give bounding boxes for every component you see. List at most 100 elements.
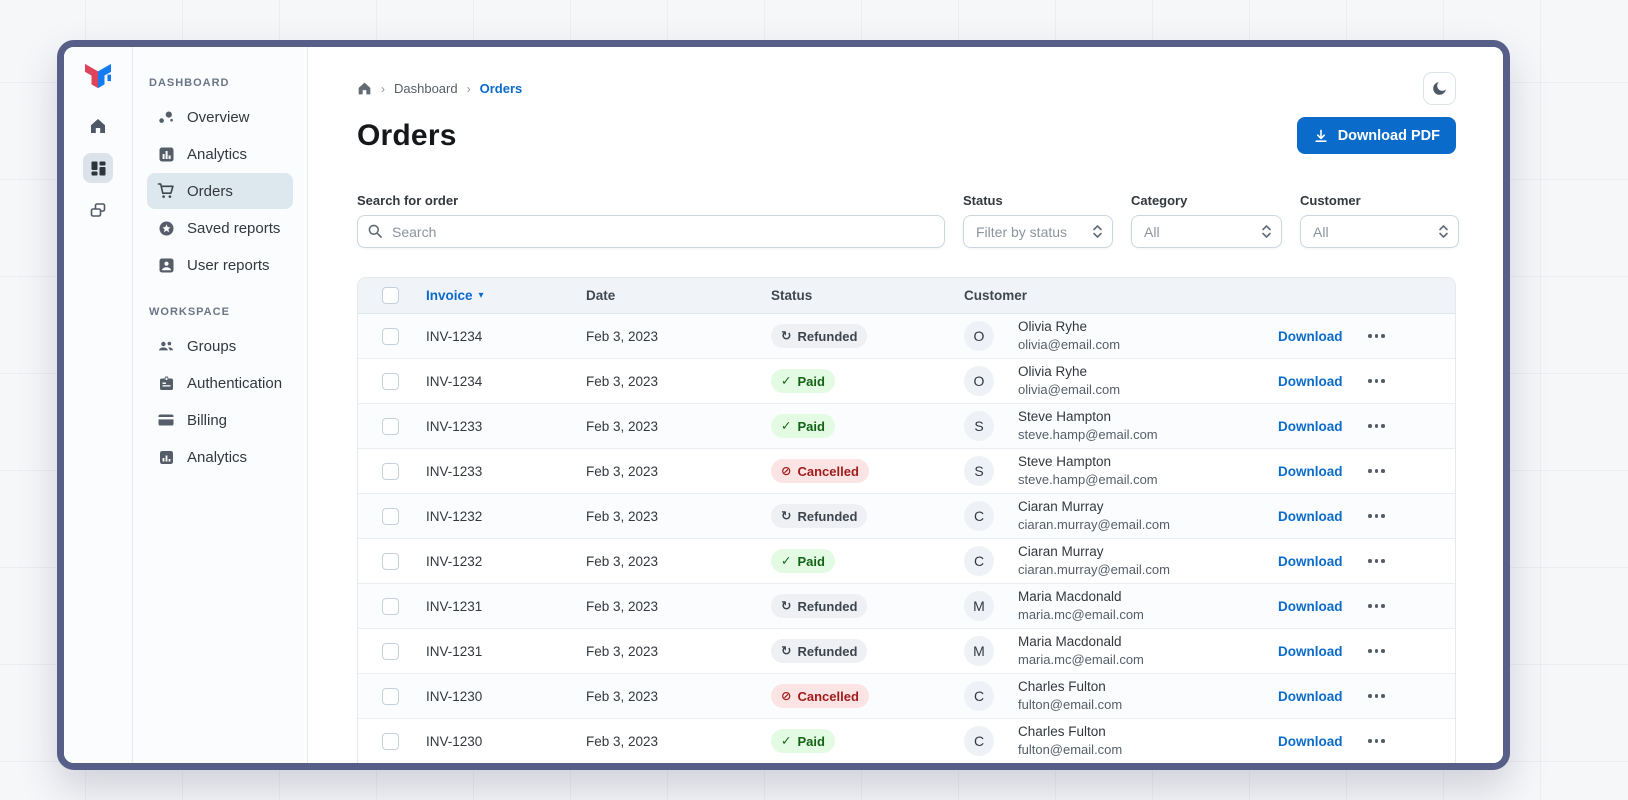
avatar: O	[964, 366, 994, 396]
avatar: C	[964, 726, 994, 756]
rail-pages-button[interactable]	[83, 195, 113, 225]
invoice-cell: INV-1232	[426, 508, 483, 524]
sidebar-item-user-reports[interactable]: User reports	[147, 247, 293, 283]
download-link[interactable]: Download	[1278, 554, 1343, 569]
row-menu-button[interactable]	[1366, 553, 1387, 569]
search-input[interactable]	[357, 215, 945, 248]
status-filter-select[interactable]: Filter by status	[963, 215, 1113, 248]
customer-filter-select[interactable]: All	[1300, 215, 1459, 248]
window-scrollbar[interactable]	[1504, 59, 1508, 76]
customer-name: Olivia Ryhe	[1018, 364, 1088, 380]
invoice-cell: INV-1233	[426, 463, 483, 479]
home-icon[interactable]	[357, 81, 372, 96]
date-cell: Feb 3, 2023	[586, 508, 659, 524]
customer-email: olivia@email.com	[1018, 382, 1121, 398]
row-checkbox[interactable]	[382, 642, 399, 660]
download-link[interactable]: Download	[1278, 599, 1343, 614]
row-menu-button[interactable]	[1366, 418, 1387, 434]
table-row: INV-1232 Feb 3, 2023 ↻ Refunded C Ciaran…	[358, 494, 1455, 539]
customer-filter-label: Customer	[1300, 193, 1361, 208]
avatar: S	[964, 456, 994, 486]
row-checkbox[interactable]	[382, 552, 399, 570]
status-filter-label: Status	[963, 193, 1003, 208]
row-checkbox[interactable]	[382, 327, 399, 345]
column-header-invoice[interactable]: Invoice ▾	[426, 288, 586, 303]
home-icon	[91, 119, 105, 133]
sort-arrow-icon: ▾	[478, 290, 484, 301]
table-row: INV-1231 Feb 3, 2023 ↻ Refunded M Maria …	[358, 584, 1455, 629]
sidebar-item-authentication[interactable]: Authentication	[147, 365, 293, 401]
row-checkbox[interactable]	[382, 507, 399, 525]
breadcrumb-dashboard[interactable]: Dashboard	[394, 81, 458, 96]
row-checkbox[interactable]	[382, 597, 399, 615]
row-menu-button[interactable]	[1366, 508, 1387, 524]
customer-email: olivia@email.com	[1018, 337, 1121, 353]
sidebar-item-billing[interactable]: Billing	[147, 402, 293, 438]
category-filter-label: Category	[1131, 193, 1188, 208]
sidebar-item-orders[interactable]: Orders	[147, 173, 293, 209]
download-link[interactable]: Download	[1278, 329, 1343, 344]
download-link[interactable]: Download	[1278, 464, 1343, 479]
sidebar-item-groups[interactable]: Groups	[147, 328, 293, 364]
row-checkbox[interactable]	[382, 462, 399, 480]
column-header-date[interactable]: Date	[586, 288, 771, 303]
row-menu-button[interactable]	[1366, 463, 1387, 479]
sidebar: DASHBOARD Overview Analytics Orders Save…	[133, 47, 308, 763]
sidebar-item-workspace-analytics[interactable]: Analytics	[147, 439, 293, 475]
invoice-cell: INV-1230	[426, 688, 483, 704]
row-menu-button[interactable]	[1366, 373, 1387, 389]
theme-toggle-button[interactable]	[1423, 72, 1456, 105]
status-icon: ✓	[781, 373, 792, 388]
row-checkbox[interactable]	[382, 732, 399, 750]
column-header-customer[interactable]: Customer	[964, 288, 1366, 303]
select-all-checkbox[interactable]	[382, 287, 399, 304]
invoice-cell: INV-1231	[426, 598, 483, 614]
row-menu-button[interactable]	[1366, 328, 1387, 344]
invoice-cell: INV-1234	[426, 328, 483, 344]
date-cell: Feb 3, 2023	[586, 463, 659, 479]
category-filter-select[interactable]: All	[1131, 215, 1282, 248]
customer-name: Steve Hampton	[1018, 454, 1112, 470]
row-checkbox[interactable]	[382, 372, 399, 390]
status-badge: ✓ Paid	[771, 414, 835, 438]
row-menu-button[interactable]	[1366, 733, 1387, 749]
status-badge: ✓ Paid	[771, 729, 835, 753]
row-checkbox[interactable]	[382, 687, 399, 705]
rail-dashboard-button[interactable]	[83, 153, 113, 183]
avatar: C	[964, 501, 994, 531]
status-icon: ⊘	[781, 463, 792, 478]
status-badge: ✓ Paid	[771, 369, 835, 393]
download-pdf-button[interactable]: Download PDF	[1296, 117, 1456, 154]
customer-email: fulton@email.com	[1018, 742, 1123, 758]
download-link[interactable]: Download	[1278, 734, 1343, 749]
breadcrumb-orders: Orders	[479, 81, 523, 96]
customer-name: Charles Fulton	[1018, 679, 1106, 695]
invoice-cell: INV-1231	[426, 643, 483, 659]
download-link[interactable]: Download	[1278, 509, 1343, 524]
customer-name: Olivia Ryhe	[1018, 319, 1088, 335]
moon-icon	[1433, 82, 1446, 95]
customer-name: Maria Macdonald	[1018, 589, 1122, 605]
sidebar-item-label: Analytics	[187, 145, 248, 163]
download-link[interactable]: Download	[1278, 374, 1343, 389]
date-cell: Feb 3, 2023	[586, 418, 659, 434]
sidebar-item-analytics[interactable]: Analytics	[147, 136, 293, 172]
sidebar-item-overview[interactable]: Overview	[147, 99, 293, 135]
column-header-status[interactable]: Status	[771, 288, 964, 303]
row-checkbox[interactable]	[382, 417, 399, 435]
status-icon: ⊘	[781, 688, 792, 703]
sidebar-item-saved-reports[interactable]: Saved reports	[147, 210, 293, 246]
status-badge: ↻ Refunded	[771, 504, 868, 528]
download-icon	[1315, 129, 1327, 142]
customer-name: Steve Hampton	[1018, 409, 1112, 425]
row-menu-button[interactable]	[1366, 643, 1387, 659]
customer-name: Ciaran Murray	[1018, 499, 1104, 515]
download-link[interactable]: Download	[1278, 689, 1343, 704]
table-row: INV-1230 Feb 3, 2023 ⊘ Cancelled C Charl…	[358, 674, 1455, 719]
row-menu-button[interactable]	[1366, 688, 1387, 704]
rail-home-button[interactable]	[83, 111, 113, 141]
row-menu-button[interactable]	[1366, 598, 1387, 614]
download-link[interactable]: Download	[1278, 644, 1343, 659]
download-link[interactable]: Download	[1278, 419, 1343, 434]
date-cell: Feb 3, 2023	[586, 688, 659, 704]
